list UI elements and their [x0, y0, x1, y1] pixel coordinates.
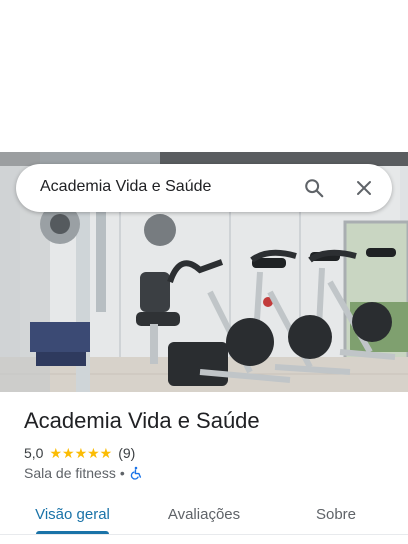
search-button[interactable] — [300, 174, 328, 202]
wheelchair-icon — [130, 466, 141, 480]
place-tabs: Visão geral Avaliações Sobre — [0, 494, 408, 536]
star-icons: ★★★★★ — [49, 445, 113, 461]
review-count[interactable]: (9) — [118, 445, 135, 461]
close-button[interactable] — [350, 174, 378, 202]
rating-row[interactable]: 5,0 ★★★★★ (9) — [24, 444, 135, 462]
separator-dot: • — [119, 465, 125, 481]
search-icon — [305, 179, 324, 198]
category-row: Sala de fitness • — [24, 464, 143, 482]
tab-overview[interactable]: Visão geral — [24, 494, 121, 534]
rating-value: 5,0 — [24, 445, 44, 461]
search-query[interactable]: Academia Vida e Saúde — [40, 178, 211, 196]
place-category[interactable]: Sala de fitness — [24, 465, 116, 481]
star-rating: ★★★★★ — [49, 446, 112, 460]
close-icon — [357, 181, 371, 195]
place-title: Academia Vida e Saúde — [24, 408, 260, 433]
tab-reviews[interactable]: Avaliações — [152, 494, 256, 534]
blank-map-area — [0, 0, 408, 152]
tabs-divider — [0, 534, 408, 535]
tab-about[interactable]: Sobre — [296, 494, 376, 534]
search-bar[interactable]: Academia Vida e Saúde — [16, 164, 392, 212]
